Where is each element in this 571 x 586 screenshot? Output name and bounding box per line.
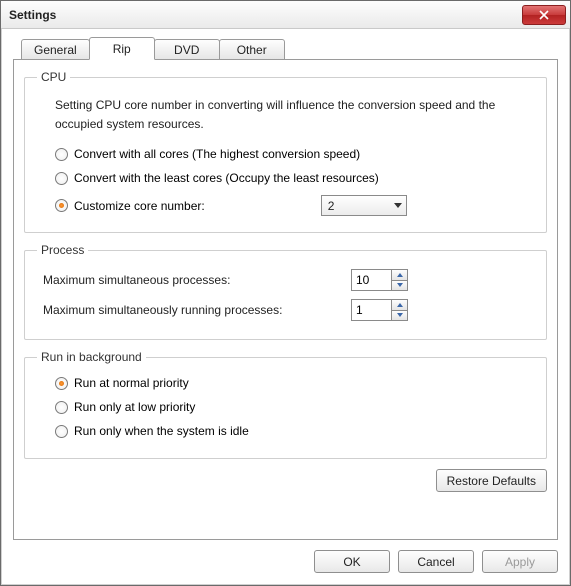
group-run-background: Run in background Run at normal priority… (24, 350, 547, 459)
core-number-dropdown[interactable]: 2 (321, 195, 407, 216)
tab-rip[interactable]: Rip (89, 37, 155, 60)
runbg-option-low[interactable]: Run only at low priority (55, 400, 536, 414)
runbg-option-normal[interactable]: Run at normal priority (55, 376, 536, 390)
group-process-legend: Process (37, 243, 88, 257)
chevron-down-icon (394, 203, 402, 208)
close-icon (539, 10, 549, 20)
cpu-description: Setting CPU core number in converting wi… (55, 96, 534, 133)
runbg-option-idle-label: Run only when the system is idle (74, 424, 249, 438)
spin-down-icon[interactable] (391, 310, 408, 322)
cpu-option-custom[interactable]: Customize core number: (55, 199, 205, 213)
window-title: Settings (9, 8, 56, 22)
tab-other[interactable]: Other (219, 39, 285, 60)
apply-button[interactable]: Apply (482, 550, 558, 573)
tab-page-rip: CPU Setting CPU core number in convertin… (13, 59, 558, 540)
cpu-option-all[interactable]: Convert with all cores (The highest conv… (55, 147, 536, 161)
cpu-option-all-label: Convert with all cores (The highest conv… (74, 147, 360, 161)
ok-button[interactable]: OK (314, 550, 390, 573)
settings-window: Settings General Rip DVD Other CPU Setti… (0, 0, 571, 586)
spin-up-icon[interactable] (391, 299, 408, 310)
group-process: Process Maximum simultaneous processes: … (24, 243, 547, 340)
radio-icon (55, 148, 68, 161)
cpu-option-least-label: Convert with the least cores (Occupy the… (74, 171, 379, 185)
radio-icon (55, 425, 68, 438)
max-run-label: Maximum simultaneously running processes… (43, 303, 343, 317)
spin-down-icon[interactable] (391, 280, 408, 292)
cpu-option-least[interactable]: Convert with the least cores (Occupy the… (55, 171, 536, 185)
dialog-footer: OK Cancel Apply (1, 540, 570, 585)
max-sim-spinner[interactable] (351, 269, 408, 291)
max-run-spinner[interactable] (351, 299, 408, 321)
tab-general[interactable]: General (21, 39, 90, 60)
content-area: General Rip DVD Other CPU Setting CPU co… (1, 29, 570, 540)
runbg-option-normal-label: Run at normal priority (74, 376, 189, 390)
max-sim-label: Maximum simultaneous processes: (43, 273, 343, 287)
tab-strip: General Rip DVD Other (21, 39, 558, 60)
tab-dvd[interactable]: DVD (154, 39, 220, 60)
runbg-option-low-label: Run only at low priority (74, 400, 195, 414)
group-run-background-legend: Run in background (37, 350, 146, 364)
cancel-button[interactable]: Cancel (398, 550, 474, 573)
radio-icon (55, 377, 68, 390)
radio-icon (55, 401, 68, 414)
runbg-option-idle[interactable]: Run only when the system is idle (55, 424, 536, 438)
cpu-option-custom-label: Customize core number: (74, 199, 205, 213)
radio-icon (55, 172, 68, 185)
close-button[interactable] (522, 5, 566, 25)
core-number-value: 2 (328, 199, 335, 213)
group-cpu: CPU Setting CPU core number in convertin… (24, 70, 547, 233)
restore-defaults-button[interactable]: Restore Defaults (436, 469, 547, 492)
titlebar: Settings (1, 1, 570, 29)
max-sim-input[interactable] (351, 269, 391, 291)
max-run-input[interactable] (351, 299, 391, 321)
spin-up-icon[interactable] (391, 269, 408, 280)
radio-icon (55, 199, 68, 212)
group-cpu-legend: CPU (37, 70, 70, 84)
